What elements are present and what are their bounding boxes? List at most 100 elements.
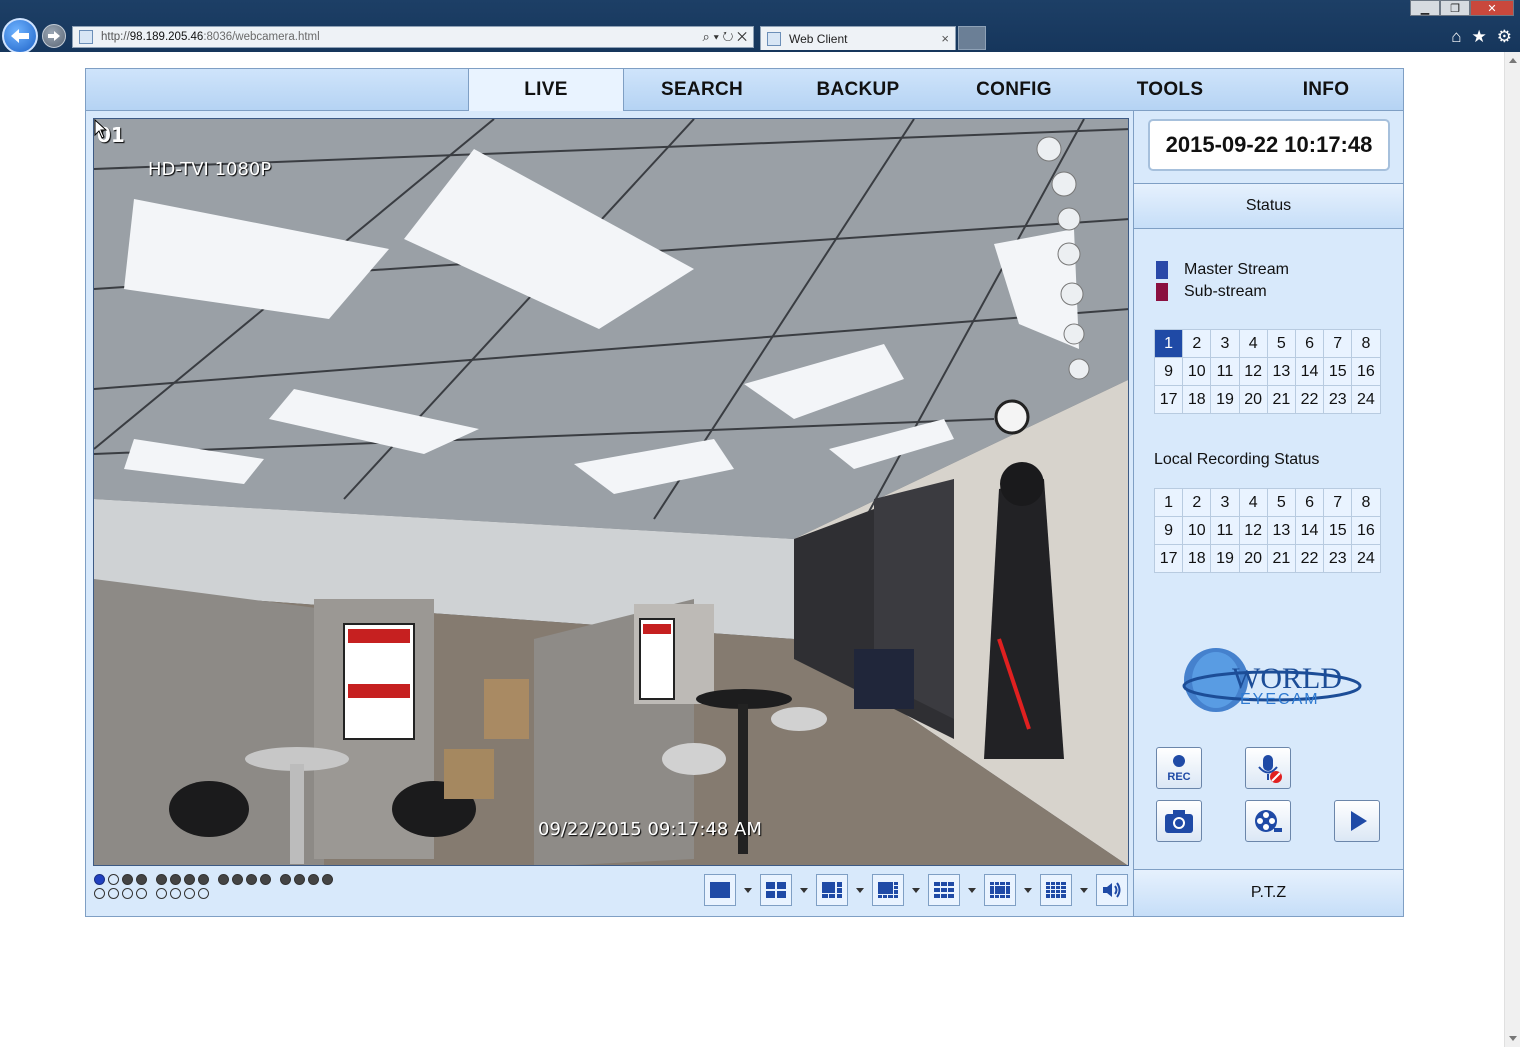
channel-dot[interactable] — [108, 888, 119, 899]
stream-channel-cell[interactable]: 24 — [1351, 385, 1381, 414]
layout-4-button[interactable] — [760, 874, 792, 906]
channel-page-selector[interactable] — [94, 874, 354, 904]
layout-6-dropdown[interactable] — [848, 874, 872, 906]
address-bar[interactable]: http:// 98.189.205.46 :8036/webcamera.ht… — [72, 26, 754, 48]
stream-channel-cell[interactable]: 4 — [1238, 329, 1268, 358]
stream-channel-cell[interactable]: 14 — [1294, 357, 1325, 386]
layout-6-button[interactable] — [816, 874, 848, 906]
scroll-up-icon[interactable] — [1509, 58, 1517, 63]
home-icon[interactable]: ⌂ — [1451, 27, 1461, 47]
tab-close-icon[interactable]: × — [941, 31, 949, 46]
channel-dot[interactable] — [184, 888, 195, 899]
tab-backup[interactable]: BACKUP — [780, 69, 936, 110]
master-stream-swatch — [1156, 261, 1168, 279]
stream-channel-cell[interactable]: 18 — [1182, 385, 1212, 414]
new-tab-button[interactable] — [958, 26, 986, 50]
channel-dot[interactable] — [136, 874, 147, 885]
stream-channel-cell[interactable]: 3 — [1210, 329, 1240, 358]
channel-dot[interactable] — [122, 874, 133, 885]
layout-8-dropdown[interactable] — [904, 874, 928, 906]
close-window-button[interactable]: ✕ — [1470, 0, 1514, 16]
stream-channel-cell[interactable]: 11 — [1210, 357, 1240, 386]
layout-8-button[interactable] — [872, 874, 904, 906]
play-button[interactable] — [1334, 800, 1380, 842]
record-button[interactable]: REC — [1156, 747, 1202, 789]
gear-icon[interactable]: ⚙ — [1497, 27, 1512, 47]
stream-channel-cell[interactable]: 8 — [1351, 329, 1381, 358]
stream-channel-cell[interactable]: 2 — [1182, 329, 1212, 358]
osd-camera-type: HD-TVI 1080P — [148, 159, 272, 180]
mouse-cursor-icon — [94, 119, 108, 139]
stream-channel-cell[interactable]: 10 — [1182, 357, 1212, 386]
ptz-panel-button[interactable]: P.T.Z — [1134, 869, 1403, 916]
window-controls: ▁ ❐ ✕ — [1410, 0, 1514, 16]
channel-dot[interactable] — [198, 888, 209, 899]
star-icon[interactable]: ★ — [1472, 27, 1487, 47]
live-video-view[interactable]: 01 HD-TVI 1080P 09/22/2015 09:17:48 AM — [93, 118, 1129, 866]
channel-dot[interactable] — [170, 874, 181, 885]
channel-dot[interactable] — [322, 874, 333, 885]
channel-dot[interactable] — [94, 874, 105, 885]
forward-icon[interactable] — [42, 24, 66, 48]
address-tools[interactable]: ⌕ ▾ ↻ ✕ — [703, 29, 747, 45]
stream-channel-cell[interactable]: 20 — [1238, 385, 1268, 414]
layout-16-button[interactable] — [1040, 874, 1072, 906]
snapshot-button[interactable] — [1156, 800, 1202, 842]
stream-channel-cell[interactable]: 9 — [1153, 357, 1184, 386]
channel-dot[interactable] — [156, 888, 167, 899]
back-icon[interactable] — [2, 18, 38, 54]
channel-dot[interactable] — [260, 874, 271, 885]
current-datetime: 2015-09-22 10:17:48 — [1148, 119, 1390, 171]
tab-live[interactable]: LIVE — [468, 69, 624, 111]
channel-dot[interactable] — [280, 874, 291, 885]
channel-dot[interactable] — [136, 888, 147, 899]
tab-tools[interactable]: TOOLS — [1092, 69, 1248, 110]
scroll-down-icon[interactable] — [1509, 1036, 1517, 1041]
stream-channel-cell[interactable]: 19 — [1210, 385, 1240, 414]
stream-channel-cell[interactable]: 13 — [1266, 357, 1296, 386]
tab-search[interactable]: SEARCH — [624, 69, 780, 110]
channel-dot[interactable] — [232, 874, 243, 885]
legend-label: Master Stream — [1184, 261, 1289, 278]
tab-info[interactable]: INFO — [1248, 69, 1404, 110]
layout-4-dropdown[interactable] — [792, 874, 816, 906]
manual-record-button[interactable] — [1245, 800, 1291, 842]
channel-dot[interactable] — [156, 874, 167, 885]
channel-dot[interactable] — [170, 888, 181, 899]
stream-channel-cell[interactable]: 12 — [1238, 357, 1268, 386]
stream-channel-cell[interactable]: 23 — [1323, 385, 1353, 414]
layout-9-button[interactable] — [928, 874, 960, 906]
stream-channel-cell[interactable]: 5 — [1266, 329, 1296, 358]
stream-channel-cell[interactable]: 6 — [1294, 329, 1325, 358]
stream-channel-cell[interactable]: 16 — [1351, 357, 1381, 386]
tab-web-client[interactable]: Web Client × — [760, 26, 956, 50]
restore-button[interactable]: ❐ — [1440, 0, 1470, 16]
minimize-button[interactable]: ▁ — [1410, 0, 1440, 16]
layout-13-dropdown[interactable] — [1016, 874, 1040, 906]
layout-9-dropdown[interactable] — [960, 874, 984, 906]
channel-dot[interactable] — [184, 874, 195, 885]
talk-button[interactable] — [1245, 747, 1291, 789]
channel-dot[interactable] — [246, 874, 257, 885]
vertical-scrollbar[interactable] — [1504, 52, 1520, 1047]
channel-dot[interactable] — [94, 888, 105, 899]
layout-1-button[interactable] — [704, 874, 736, 906]
channel-dot[interactable] — [218, 874, 229, 885]
page-icon — [79, 30, 93, 44]
layout-13-button[interactable] — [984, 874, 1016, 906]
layout-16-dropdown[interactable] — [1072, 874, 1096, 906]
stream-channel-cell[interactable]: 22 — [1294, 385, 1325, 414]
stream-channel-cell[interactable]: 7 — [1323, 329, 1353, 358]
tab-config[interactable]: CONFIG — [936, 69, 1092, 110]
stream-channel-cell[interactable]: 15 — [1323, 357, 1353, 386]
channel-dot[interactable] — [308, 874, 319, 885]
stream-channel-cell[interactable]: 17 — [1153, 385, 1184, 414]
audio-button[interactable] — [1096, 874, 1128, 906]
channel-dot[interactable] — [122, 888, 133, 899]
stream-channel-cell[interactable]: 21 — [1266, 385, 1296, 414]
channel-dot[interactable] — [108, 874, 119, 885]
channel-dot[interactable] — [198, 874, 209, 885]
channel-dot[interactable] — [294, 874, 305, 885]
stream-channel-cell[interactable]: 1 — [1153, 329, 1184, 358]
layout-1-dropdown[interactable] — [736, 874, 760, 906]
